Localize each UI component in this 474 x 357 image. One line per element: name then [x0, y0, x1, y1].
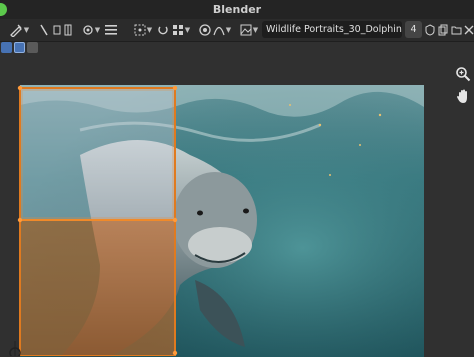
- new-image-button[interactable]: [437, 22, 449, 38]
- image-browse-icon: [240, 24, 252, 36]
- sticky-selection-icon: [64, 24, 72, 36]
- vertex-select-icon[interactable]: [1, 42, 12, 53]
- edge-select-icon[interactable]: [14, 42, 25, 53]
- sticky-mode-toggle[interactable]: [62, 22, 74, 38]
- chevron-down-icon: ▼: [225, 26, 232, 34]
- image-name-field[interactable]: Wildlife Portraits_30_Dolphin 2.png: [262, 21, 402, 38]
- falloff-icon: [213, 26, 225, 36]
- new-image-icon: [438, 24, 448, 36]
- uv-vertex[interactable]: [17, 217, 23, 223]
- menu-icon: [105, 25, 117, 35]
- select-mode-toggle[interactable]: [52, 22, 62, 38]
- tool-settings-button[interactable]: ▼: [80, 22, 102, 38]
- open-image-icon: [451, 26, 461, 35]
- zoom-icon[interactable]: [455, 66, 471, 82]
- menu-button[interactable]: [104, 22, 118, 38]
- uv-editor-header: ▼ ▼ ▼ ▼ ▼ ▼ Wildlife Portraits_30_Dolphi…: [0, 19, 474, 42]
- window-title: Blender: [212, 3, 262, 16]
- chevron-down-icon: ▼: [146, 26, 153, 34]
- face-select-icon[interactable]: [27, 42, 38, 53]
- pivot-point-button[interactable]: ▼: [132, 22, 154, 38]
- chevron-down-icon: ▼: [94, 26, 101, 34]
- chevron-down-icon: ▼: [252, 26, 259, 34]
- fake-user-icon: [425, 24, 435, 36]
- sync-selection-icon: [40, 24, 48, 36]
- uv-overlay: [9, 85, 178, 356]
- uv-vertex[interactable]: [17, 85, 23, 91]
- chevron-down-icon: ▼: [184, 26, 191, 34]
- users-count-badge[interactable]: 4: [405, 21, 422, 38]
- select-mode-icon: [53, 25, 61, 35]
- udim-grid-button[interactable]: ▼: [170, 22, 192, 38]
- transform-pivot-icon: [134, 24, 146, 36]
- edit-mode-icon: [9, 24, 22, 37]
- falloff-button[interactable]: ▼: [212, 22, 232, 38]
- open-image-button[interactable]: [450, 22, 462, 38]
- unlink-icon: [464, 25, 473, 35]
- proportional-edit-icon: [199, 24, 211, 36]
- proportional-edit-button[interactable]: [198, 22, 212, 38]
- pan-hand-icon[interactable]: [455, 88, 471, 104]
- udim-grid-icon: [172, 25, 183, 35]
- window-close-button[interactable]: [0, 3, 7, 16]
- uv-editor-viewport[interactable]: [0, 55, 474, 357]
- snap-button[interactable]: [156, 22, 170, 38]
- chevron-down-icon: ▼: [23, 26, 30, 34]
- window-titlebar: Blender: [0, 0, 474, 19]
- fake-user-button[interactable]: [424, 22, 436, 38]
- edit-mode-button[interactable]: ▼: [4, 22, 34, 38]
- unlink-image-button[interactable]: [463, 22, 474, 38]
- uv-vertex[interactable]: [172, 217, 178, 223]
- tool-settings-icon: [83, 25, 93, 35]
- snap-icon: [158, 26, 168, 35]
- selection-mode-bar: [0, 41, 474, 55]
- uv-tile-unselected[interactable]: [19, 87, 176, 221]
- image-browse-button[interactable]: ▼: [238, 22, 260, 38]
- vertex-mode-toggle[interactable]: [38, 22, 50, 38]
- uv-tile-selected[interactable]: [19, 219, 176, 356]
- uv-vertex[interactable]: [172, 350, 178, 356]
- uv-vertex[interactable]: [172, 85, 178, 91]
